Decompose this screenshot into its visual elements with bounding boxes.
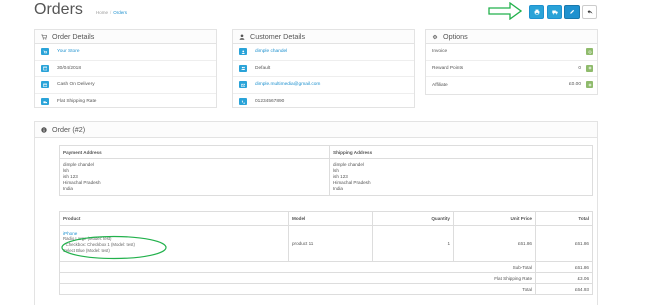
print-icon <box>534 9 539 15</box>
customer-details-title: Customer Details <box>250 32 306 41</box>
options-invoice-row: Invoice <box>426 44 597 61</box>
store-link[interactable]: Your Store <box>57 49 80 54</box>
totals-row: Sub-Total £61.86 <box>59 261 593 273</box>
options-title: Options <box>443 32 468 41</box>
col-quantity: Quantity <box>372 211 454 226</box>
order-details-date-row: 30/04/2018 <box>35 61 216 77</box>
order-header: Order (#2) <box>35 122 597 138</box>
address-table: Payment Address Shipping Address dimple … <box>59 145 593 196</box>
breadcrumb-orders[interactable]: Orders <box>113 10 127 15</box>
shipping-method: Flat Shipping Rate <box>57 99 97 105</box>
customer-name-link[interactable]: dimple chandel <box>255 49 287 54</box>
col-product: Product <box>59 211 289 226</box>
totals-row: Total £64.93 <box>59 283 593 295</box>
info-circle-icon <box>41 126 47 133</box>
subtotal-value: £61.86 <box>535 261 593 273</box>
customer-phone-row: 01234567890 <box>233 94 414 111</box>
annotation-arrow <box>488 2 522 20</box>
cart-icon <box>41 48 49 56</box>
plus-icon <box>588 66 591 70</box>
grand-total-value: £64.93 <box>535 283 593 295</box>
order-details-header: Order Details <box>35 30 216 44</box>
print-shipping-button[interactable] <box>547 5 562 19</box>
users-icon <box>239 64 247 72</box>
generate-invoice-button[interactable] <box>586 48 593 55</box>
customer-details-panel: Customer Details dimple chandel Default … <box>232 29 415 108</box>
payment-address-heading: Payment Address <box>59 145 330 159</box>
product-quantity: 1 <box>372 225 454 262</box>
plus-icon <box>588 83 591 86</box>
phone-icon <box>239 98 247 106</box>
calendar-icon <box>41 64 49 72</box>
customer-name-row: dimple chandel <box>233 44 414 61</box>
payment-method: Cash On Delivery <box>57 82 95 88</box>
invoice-label: Invoice <box>432 49 448 55</box>
annotation-ellipse <box>61 235 167 260</box>
col-unit-price: Unit Price <box>453 211 536 226</box>
back-button[interactable] <box>582 5 597 19</box>
breadcrumb-separator: / <box>110 10 112 15</box>
shipping-address-heading: Shipping Address <box>329 145 593 159</box>
customer-group: Default <box>255 65 271 71</box>
customer-email-row: dimple.multimedia@gmail.com <box>233 77 414 94</box>
options-reward-row: Reward Points 0 <box>426 61 597 77</box>
breadcrumb-home[interactable]: Home <box>96 10 108 15</box>
cog-icon <box>432 34 438 39</box>
cart-icon <box>41 34 47 40</box>
customer-phone: 01234567890 <box>255 99 285 105</box>
order-date: 30/04/2018 <box>57 65 82 71</box>
reply-icon <box>587 9 592 15</box>
col-model: Model <box>288 211 373 226</box>
options-affiliate-row: Affiliate £0.00 <box>426 77 597 94</box>
add-reward-button[interactable] <box>586 64 593 72</box>
order-details-store-row: Your Store <box>35 44 216 61</box>
product-model: product 11 <box>288 225 373 262</box>
customer-details-header: Customer Details <box>233 30 414 44</box>
truck-icon <box>41 98 49 106</box>
user-icon <box>239 48 247 56</box>
order-details-panel: Order Details Your Store 30/04/2018 Cash… <box>34 29 217 108</box>
payment-address: dimple chandel lsh ish 123 Himachal Prad… <box>59 158 330 196</box>
credit-card-icon <box>41 81 49 89</box>
truck-icon <box>551 10 558 15</box>
options-panel: Options Invoice Reward Points 0 Affiliat… <box>425 29 598 95</box>
shipping-rate-value: £3.06 <box>535 272 593 284</box>
col-total: Total <box>535 211 593 226</box>
cog-icon <box>587 49 592 54</box>
order-details-payment-row: Cash On Delivery <box>35 77 216 94</box>
reward-points-label: Reward Points <box>432 65 464 71</box>
reward-points-value: 0 <box>578 65 581 71</box>
add-commission-button[interactable] <box>586 81 593 88</box>
order-details-title: Order Details <box>52 32 95 41</box>
pencil-icon <box>570 9 575 14</box>
shipping-address-line: India <box>333 186 343 191</box>
grand-total-label: Total <box>59 283 536 295</box>
envelope-icon <box>239 81 247 89</box>
breadcrumb: Home / Orders <box>96 10 127 15</box>
options-header: Options <box>426 30 597 44</box>
edit-button[interactable] <box>564 5 580 19</box>
totals-row: Flat Shipping Rate £3.06 <box>59 272 593 284</box>
affiliate-value: £0.00 <box>568 82 581 87</box>
user-icon <box>239 33 245 40</box>
product-unit-price: £61.86 <box>453 225 536 262</box>
customer-email-link[interactable]: dimple.multimedia@gmail.com <box>255 82 320 87</box>
customer-group-row: Default <box>233 61 414 77</box>
product-total: £61.86 <box>535 225 593 262</box>
shipping-address: dimple chandel lsh ish 123 Himachal Prad… <box>329 158 593 196</box>
payment-address-line: India <box>63 186 73 191</box>
subtotal-label: Sub-Total <box>59 261 536 273</box>
shipping-rate-label: Flat Shipping Rate <box>59 272 536 284</box>
order-title: Order (#2) <box>52 125 86 134</box>
affiliate-label: Affiliate <box>432 82 448 88</box>
page-title: Orders <box>34 1 83 18</box>
print-invoice-button[interactable] <box>529 5 544 19</box>
order-details-shipping-row: Flat Shipping Rate <box>35 94 216 111</box>
